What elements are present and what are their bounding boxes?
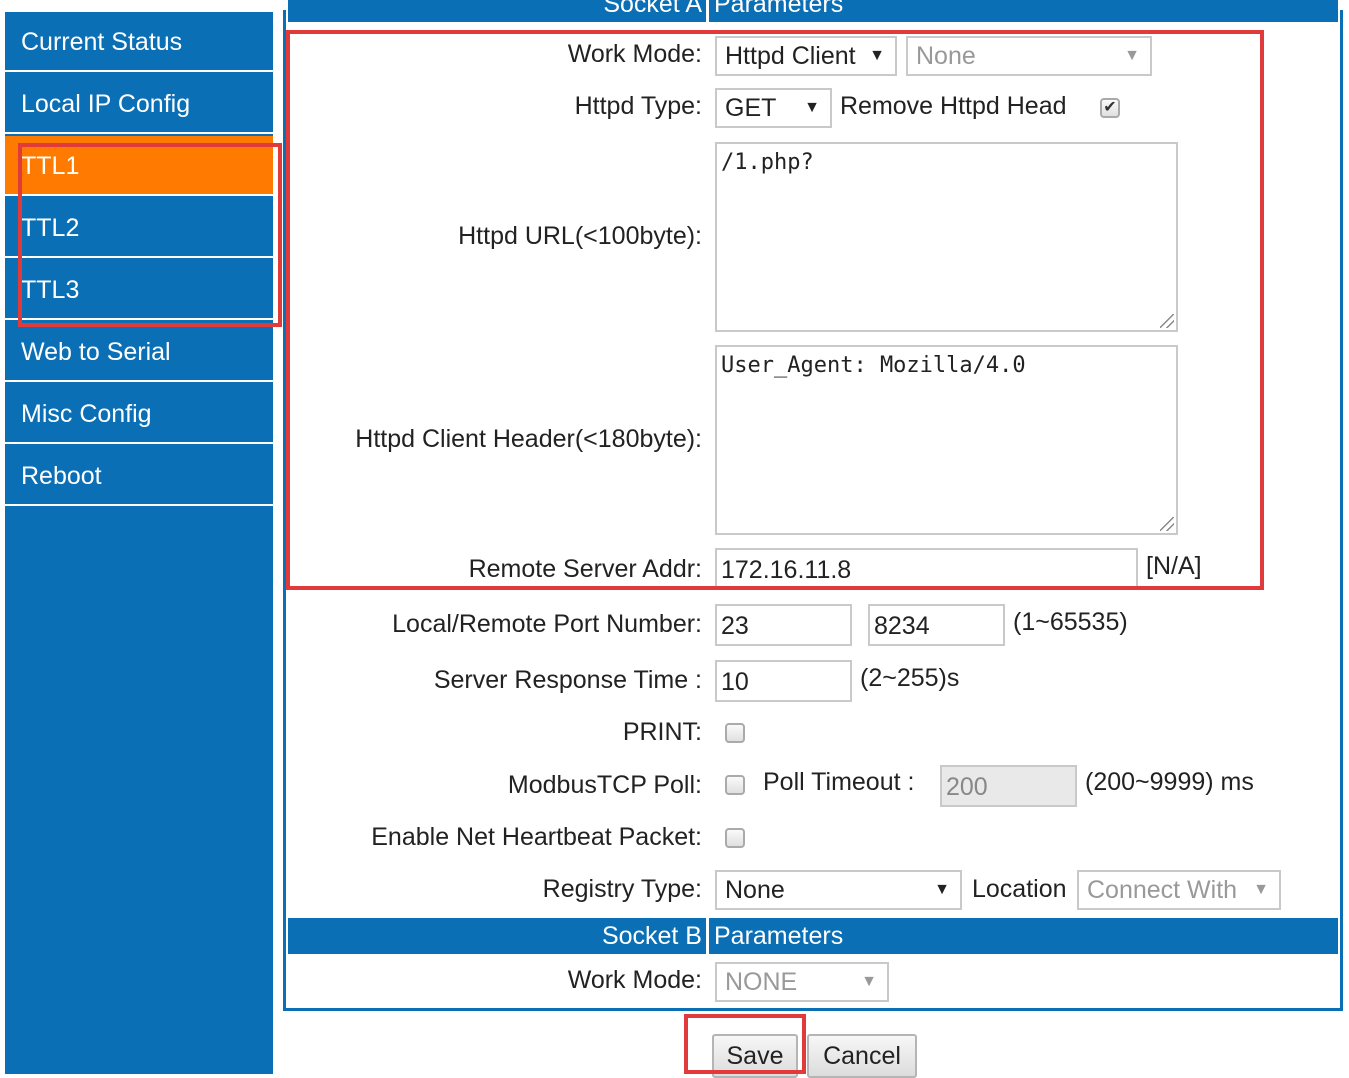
save-button[interactable]: Save [712, 1034, 798, 1078]
local-port-input[interactable]: 23 [715, 604, 852, 646]
socket-b-work-mode-value: NONE [725, 968, 798, 996]
sidebar-item-ttl3[interactable]: TTL3 [5, 260, 273, 320]
location-label: Location [972, 875, 1067, 903]
socket-b-header: Socket B Parameters [288, 918, 1338, 954]
print-label: PRINT: [622, 718, 702, 746]
heartbeat-checkbox[interactable] [725, 828, 745, 848]
httpd-type-select[interactable]: GET ▼ [715, 88, 832, 128]
poll-timeout-input[interactable]: 200 [940, 765, 1077, 807]
httpd-type-label: Httpd Type: [574, 92, 702, 120]
header-divider [706, 0, 709, 22]
port-number-label: Local/Remote Port Number: [392, 610, 702, 638]
remove-httpd-head-label: Remove Httpd Head [840, 92, 1067, 120]
chevron-down-icon: ▼ [1253, 881, 1269, 898]
remote-server-addr-input[interactable]: 172.16.11.8 [715, 548, 1138, 590]
chevron-down-icon: ▼ [934, 881, 950, 898]
sidebar-item-reboot[interactable]: Reboot [5, 446, 273, 506]
registry-type-label: Registry Type: [542, 875, 702, 903]
socket-a-header-left: Socket A [603, 0, 702, 18]
httpd-client-header-textarea[interactable]: User_Agent: Mozilla/4.0 [715, 345, 1178, 535]
remote-port-input[interactable]: 8234 [868, 604, 1005, 646]
resize-handle-icon[interactable] [1160, 517, 1174, 531]
socket-a-header-right: Parameters [714, 0, 844, 18]
httpd-url-label: Httpd URL(<100byte): [458, 222, 702, 250]
modbus-tcp-poll-label: ModbusTCP Poll: [507, 771, 702, 799]
httpd-client-header-label: Httpd Client Header(<180byte): [355, 425, 702, 453]
server-response-time-hint: (2~255)s [860, 664, 960, 692]
chevron-down-icon: ▼ [869, 47, 885, 64]
poll-timeout-hint: (200~9999) ms [1085, 768, 1254, 796]
remote-server-addr-hint: [N/A] [1146, 552, 1202, 580]
poll-timeout-label: Poll Timeout : [763, 768, 915, 796]
sidebar-item-misc-config[interactable]: Misc Config [5, 384, 273, 444]
sidebar-item-web-to-serial[interactable]: Web to Serial [5, 322, 273, 382]
heartbeat-label: Enable Net Heartbeat Packet: [371, 823, 702, 851]
sidebar-item-ttl1[interactable]: TTL1 [5, 136, 273, 196]
httpd-type-value: GET [725, 94, 777, 122]
socket-b-header-right: Parameters [714, 922, 844, 950]
remote-server-addr-label: Remote Server Addr: [468, 555, 702, 583]
work-mode-value: Httpd Client [725, 42, 856, 70]
location-value: Connect With [1087, 876, 1238, 904]
chevron-down-icon: ▼ [1124, 47, 1140, 64]
httpd-url-value: /1.php? [721, 150, 814, 175]
header-divider [706, 918, 709, 954]
remove-httpd-head-checkbox[interactable]: ✔ [1100, 98, 1120, 118]
sidebar-item-local-ip-config[interactable]: Local IP Config [5, 74, 273, 134]
registry-type-select[interactable]: None ▼ [715, 870, 962, 910]
port-range-hint: (1~65535) [1013, 608, 1128, 636]
sidebar: Current Status Local IP Config TTL1 TTL2… [5, 12, 273, 1074]
socket-b-header-left: Socket B [601, 922, 702, 950]
work-mode-sub-value: None [916, 42, 976, 70]
httpd-url-textarea[interactable]: /1.php? [715, 142, 1178, 332]
sidebar-item-ttl2[interactable]: TTL2 [5, 198, 273, 258]
modbus-tcp-poll-checkbox[interactable] [725, 775, 745, 795]
server-response-time-input[interactable]: 10 [715, 660, 852, 702]
print-checkbox[interactable] [725, 723, 745, 743]
cancel-button[interactable]: Cancel [807, 1034, 917, 1078]
work-mode-sub-select[interactable]: None ▼ [906, 36, 1152, 76]
work-mode-label: Work Mode: [567, 40, 702, 68]
resize-handle-icon[interactable] [1160, 314, 1174, 328]
server-response-time-label: Server Response Time : [433, 666, 702, 694]
location-select[interactable]: Connect With ▼ [1077, 870, 1281, 910]
registry-type-value: None [725, 876, 785, 904]
socket-b-work-mode-select[interactable]: NONE ▼ [715, 962, 889, 1002]
socket-a-header: Socket A Parameters [288, 0, 1338, 22]
work-mode-select[interactable]: Httpd Client ▼ [715, 36, 897, 76]
socket-b-work-mode-label: Work Mode: [567, 966, 702, 994]
chevron-down-icon: ▼ [861, 973, 877, 990]
httpd-client-header-value: User_Agent: Mozilla/4.0 [721, 353, 1026, 378]
sidebar-item-current-status[interactable]: Current Status [5, 12, 273, 72]
chevron-down-icon: ▼ [804, 99, 820, 116]
